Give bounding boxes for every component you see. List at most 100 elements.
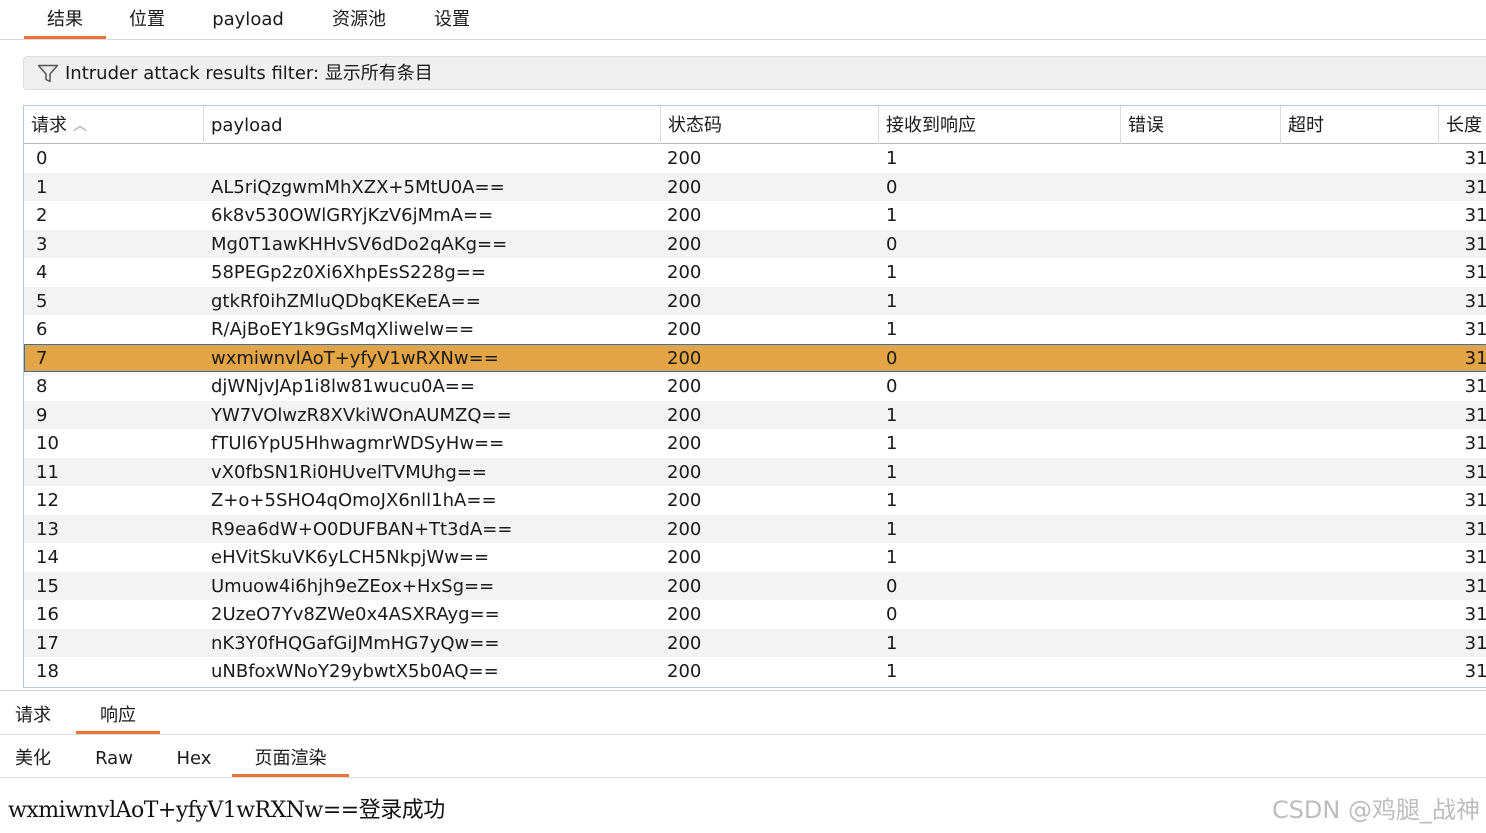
table-row[interactable]: 4 58PEGp2z0Xi6XhpEsS228g== 200 1 315 [24, 258, 1486, 287]
cell-status: 200 [667, 148, 702, 169]
cell-error [1127, 572, 1277, 601]
view-tab-bar: 美化 Raw Hex 页面渲染 [0, 740, 1486, 778]
cell-response-received: 1 [886, 404, 898, 426]
table-row[interactable]: 11 vX0fbSN1Ri0HUvelTVMUhg== 200 1 316 [24, 457, 1486, 487]
table-row[interactable]: 7 wxmiwnvlAoT+yfyV1wRXNw== 200 0 315 [24, 343, 1486, 373]
cell-response-received: 1 [886, 490, 898, 511]
cell-timeout [1287, 515, 1437, 544]
cell-length: 316 [1464, 632, 1486, 654]
cell-status: 200 [667, 319, 702, 340]
table-row[interactable]: 18 uNBfoxWNoY29ybwtX5b0AQ== 200 1 315 [24, 657, 1486, 686]
cell-length: 316 [1464, 604, 1486, 625]
table-row[interactable]: 15 Umuow4i6hjh9eZEox+HxSg== 200 0 315 [24, 571, 1486, 601]
cell-status: 200 [667, 661, 702, 682]
cell-error [1127, 543, 1277, 572]
table-row[interactable]: 2 6k8v530OWlGRYjKzV6jMmA== 200 1 316 [24, 201, 1486, 230]
cell-error [1127, 429, 1277, 458]
cell-timeout [1287, 144, 1437, 173]
cell-timeout [1287, 372, 1437, 401]
cell-response-received: 1 [886, 290, 898, 312]
tab-settings[interactable]: 设置 [420, 0, 484, 40]
cell-request: 8 [36, 376, 48, 397]
cell-status: 200 [667, 547, 702, 568]
cell-length: 316 [1464, 290, 1486, 312]
results-filter-bar[interactable]: Intruder attack results filter: 显示所有条目 [23, 56, 1486, 90]
cell-request: 4 [36, 262, 48, 283]
cell-error [1127, 173, 1277, 202]
cell-response-received: 0 [886, 233, 898, 255]
cell-status: 200 [667, 233, 702, 255]
cell-error [1127, 657, 1277, 686]
tab-raw[interactable]: Raw [84, 740, 144, 777]
table-row[interactable]: 16 2UzeO7Yv8ZWe0x4ASXRAyg== 200 0 316 [24, 600, 1486, 629]
filter-icon [37, 64, 59, 84]
rendered-response-text: wxmiwnvlAoT+yfyV1wRXNw==登录成功 [8, 798, 445, 823]
column-header-response-received[interactable]: 接收到响应 [879, 106, 1121, 144]
tab-payloads[interactable]: payload [200, 0, 296, 40]
column-header-timeout[interactable]: 超时 [1281, 106, 1439, 144]
cell-request: 14 [36, 547, 59, 568]
cell-request: 18 [36, 661, 59, 682]
cell-request: 9 [36, 404, 48, 426]
tab-positions[interactable]: 位置 [112, 0, 182, 40]
tab-render[interactable]: 页面渲染 [232, 740, 349, 777]
tab-hex[interactable]: Hex [164, 740, 224, 777]
table-row[interactable]: 1 AL5riQzgwmMhXZX+5MtU0A== 200 0 315 [24, 172, 1486, 202]
cell-payload: YW7VOlwzR8XVkiWOnAUMZQ== [211, 404, 512, 426]
column-header-status[interactable]: 状态码 [661, 106, 879, 144]
table-row[interactable]: 14 eHVitSkuVK6yLCH5NkpjWw== 200 1 315 [24, 543, 1486, 572]
cell-length: 316 [1464, 376, 1486, 397]
tab-results[interactable]: 结果 [24, 0, 106, 40]
cell-timeout [1287, 173, 1437, 202]
table-row[interactable]: 13 R9ea6dW+O0DUFBAN+Tt3dA== 200 1 316 [24, 514, 1486, 544]
table-row[interactable]: 3 Mg0T1awKHHvSV6dDo2qAKg== 200 0 316 [24, 229, 1486, 259]
column-header-request[interactable]: 请求 ︿ [24, 106, 204, 144]
table-row[interactable]: 10 fTUl6YpU5HhwagmrWDSyHw== 200 1 315 [24, 429, 1486, 458]
cell-status: 200 [667, 575, 702, 597]
table-row[interactable]: 9 YW7VOlwzR8XVkiWOnAUMZQ== 200 1 316 [24, 400, 1486, 429]
table-row[interactable]: 0 200 1 316 [24, 144, 1486, 173]
column-header-payload[interactable]: payload [204, 106, 661, 144]
cell-error [1127, 201, 1277, 230]
cell-payload: fTUl6YpU5HhwagmrWDSyHw== [211, 433, 505, 454]
cell-status: 200 [667, 347, 702, 369]
cell-length: 315 [1464, 547, 1486, 568]
column-header-label: 请求 [31, 115, 67, 136]
column-header-error[interactable]: 错误 [1121, 106, 1281, 144]
table-row[interactable]: 6 R/AjBoEY1k9GsMqXliwelw== 200 1 315 [24, 315, 1486, 344]
cell-status: 200 [667, 490, 702, 511]
table-row[interactable]: 5 gtkRf0ihZMluQDbqKEKeEA== 200 1 316 [24, 286, 1486, 315]
cell-error [1127, 515, 1277, 544]
cell-timeout [1287, 458, 1437, 487]
cell-status: 200 [667, 433, 702, 454]
cell-response-received: 1 [886, 433, 898, 454]
cell-status: 200 [667, 205, 702, 226]
cell-length: 315 [1464, 347, 1486, 369]
cell-timeout [1287, 230, 1437, 259]
cell-timeout [1287, 600, 1437, 629]
cell-error [1127, 144, 1277, 173]
tab-response[interactable]: 响应 [76, 697, 160, 734]
tab-resource-pool[interactable]: 资源池 [318, 0, 400, 40]
column-header-length[interactable]: 长度 [1439, 106, 1486, 144]
watermark: CSDN @鸡腿_战神 [1271, 796, 1480, 824]
cell-request: 0 [36, 148, 48, 169]
table-row[interactable]: 17 nK3Y0fHQGafGiJMmHG7yQw== 200 1 316 [24, 628, 1486, 657]
tab-request[interactable]: 请求 [2, 697, 64, 734]
cell-status: 200 [667, 376, 702, 397]
cell-payload: Umuow4i6hjh9eZEox+HxSg== [211, 575, 495, 597]
cell-request: 1 [36, 176, 48, 198]
cell-error [1127, 372, 1277, 401]
tab-pretty[interactable]: 美化 [2, 740, 64, 777]
cell-error [1127, 458, 1277, 487]
cell-payload: 6k8v530OWlGRYjKzV6jMmA== [211, 205, 494, 226]
table-row[interactable]: 8 djWNjvJAp1i8lw81wucu0A== 200 0 316 [24, 372, 1486, 401]
cell-response-received: 1 [886, 547, 898, 568]
table-row[interactable]: 12 Z+o+5SHO4qOmoJX6nll1hA== 200 1 315 [24, 486, 1486, 515]
cell-response-received: 1 [886, 319, 898, 340]
cell-length: 316 [1464, 518, 1486, 540]
cell-response-received: 0 [886, 347, 898, 369]
cell-timeout [1287, 344, 1437, 373]
cell-payload: R9ea6dW+O0DUFBAN+Tt3dA== [211, 518, 513, 540]
cell-timeout [1287, 201, 1437, 230]
